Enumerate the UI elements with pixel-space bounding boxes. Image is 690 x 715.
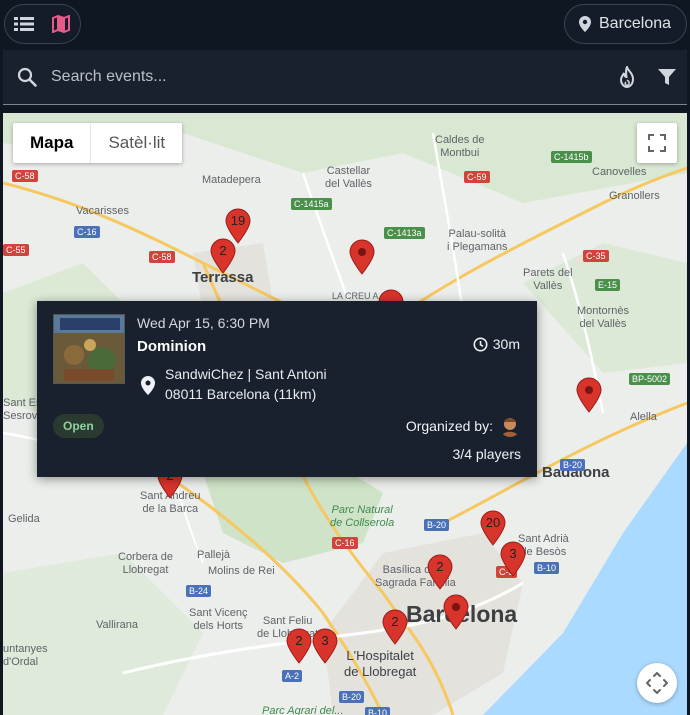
road-shield: B-20 (339, 691, 365, 703)
map-label: untanyes d'Ordal (3, 643, 48, 668)
marker-count: 2 (295, 633, 303, 648)
map-label: Canovelles (592, 166, 647, 178)
event-marker[interactable] (575, 377, 603, 413)
player-count: 3/4 players (452, 446, 521, 462)
event-marker[interactable]: 3 (311, 628, 339, 664)
fullscreen-icon (648, 134, 666, 152)
map-label: Sant Vicenç dels Horts (189, 607, 248, 632)
marker-count: 3 (321, 633, 329, 648)
event-marker[interactable]: 3 (499, 541, 527, 577)
game-thumbnail (53, 314, 125, 384)
event-title: Dominion (137, 338, 207, 355)
map-view-button[interactable] (43, 5, 81, 43)
search-input[interactable] (51, 57, 607, 97)
marker-count: 2 (219, 243, 227, 258)
search-bar (3, 50, 687, 105)
map-label: Matadepera (202, 174, 261, 186)
list-icon (13, 17, 34, 31)
road-shield: B-20 (424, 519, 450, 531)
organizer: Organized by: (406, 415, 521, 437)
marker-count: 2 (436, 559, 444, 574)
road-shield: B-20 (560, 459, 586, 471)
road-shield: C-35 (583, 250, 609, 262)
duration-label: 30m (492, 336, 520, 352)
event-marker[interactable]: 2 (285, 628, 313, 664)
road-shield: B-24 (186, 585, 212, 597)
location-button[interactable]: Barcelona (564, 4, 687, 44)
clock-icon (473, 337, 488, 351)
view-toggle (4, 4, 81, 44)
filter-icon (658, 69, 676, 85)
road-shield: C-1415a (291, 198, 332, 210)
search-icon (17, 67, 37, 87)
fire-icon (619, 66, 635, 88)
list-view-button[interactable] (5, 5, 43, 43)
road-shield: E-15 (595, 279, 621, 291)
map-label: Caldes de Montbui (435, 134, 485, 159)
road-shield: C-59 (464, 171, 490, 183)
map-icon (52, 15, 71, 33)
event-marker[interactable] (442, 594, 470, 630)
map-label: Palau-solità i Plegamans (447, 228, 508, 253)
map-label: Parc Agrari del... (262, 705, 344, 715)
map-type-satellite[interactable]: Satèl·lit (91, 123, 182, 163)
marker-count: 20 (485, 515, 501, 530)
avatar[interactable] (499, 415, 521, 437)
recenter-button[interactable] (637, 663, 677, 703)
location-label: Barcelona (599, 15, 672, 32)
map-label: Gelida (8, 513, 40, 525)
road-shield: B-10 (534, 562, 560, 574)
map-type-map[interactable]: Mapa (13, 123, 92, 163)
location-pin-icon (141, 376, 155, 395)
road-shield: C-16 (332, 537, 358, 549)
map-label: Montornès del Vallès (577, 305, 629, 330)
road-shield: BP-5002 (629, 373, 671, 385)
map-label: Parets del Vallès (523, 267, 573, 292)
map-label: Pallejà (197, 549, 231, 561)
event-marker[interactable]: 2 (426, 554, 454, 590)
location-pin-icon (579, 16, 591, 32)
road-shield: C-16 (74, 226, 100, 238)
trending-button[interactable] (607, 57, 647, 97)
map-label: Vallirana (96, 619, 138, 631)
top-bar: Barcelona (0, 0, 690, 48)
fullscreen-button[interactable] (637, 123, 677, 163)
road-shield: C-1415b (551, 151, 592, 163)
organizer-label: Organized by: (405, 418, 493, 434)
event-marker[interactable] (348, 239, 376, 275)
map-label: Parc Natural de Collserola (330, 504, 395, 529)
event-venue: SandwiChez | Sant Antoni (165, 366, 327, 382)
map-label: Vacarisses (76, 205, 129, 217)
event-date: Wed Apr 15, 6:30 PM (137, 315, 270, 331)
map-label: Alella (630, 411, 657, 423)
event-address: 08011 Barcelona (11km) (165, 386, 317, 402)
map-label: Corbera de Llobregat (118, 551, 174, 576)
status-badge: Open (53, 414, 104, 438)
event-marker[interactable]: 2 (209, 238, 237, 274)
marker-count: 2 (391, 614, 399, 629)
map-label: Castellar del Vallès (325, 165, 372, 190)
event-duration: 30m (473, 336, 520, 352)
map-type-control: Mapa Satèl·lit (13, 123, 183, 163)
marker-count: 19 (230, 213, 246, 228)
road-shield: C-1413a (384, 227, 425, 239)
marker-count: 3 (509, 546, 517, 561)
road-shield: C-58 (12, 170, 38, 182)
event-marker[interactable]: 2 (381, 609, 409, 645)
map-label: Granollers (609, 190, 660, 202)
filter-button[interactable] (647, 57, 687, 97)
recenter-icon (646, 672, 668, 694)
road-shield: A-2 (282, 670, 303, 682)
event-card[interactable]: Wed Apr 15, 6:30 PM Dominion 30m SandwiC… (37, 301, 537, 477)
road-shield: C-58 (149, 251, 175, 263)
map-label: Molins de Rei (208, 565, 275, 577)
road-shield: C-55 (3, 244, 29, 256)
road-shield: B-10 (365, 707, 391, 715)
map-label: L'Hospitalet de Llobregat (344, 648, 417, 679)
